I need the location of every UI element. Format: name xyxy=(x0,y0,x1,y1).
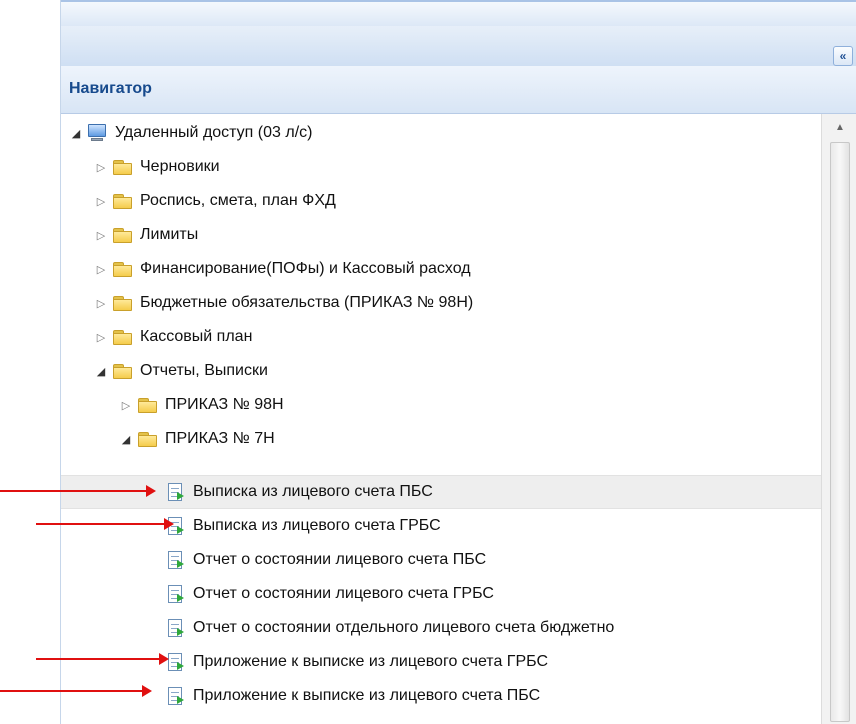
tree-item-label: ПРИКАЗ № 98Н xyxy=(165,396,284,413)
tree-item-pbs-statement-appendix[interactable]: Приложение к выписке из лицевого счета П… xyxy=(61,679,821,713)
tree-item-label: Выписка из лицевого счета ПБС xyxy=(193,483,433,500)
scroll-up-button[interactable]: ▲ xyxy=(822,114,856,140)
panel-toolbar: « xyxy=(61,26,856,67)
folder-icon xyxy=(112,362,134,380)
tree-item-remote-access[interactable]: ◢ Удаленный доступ (03 л/с) xyxy=(61,116,821,150)
tree-item-financing[interactable]: ▷ Финансирование(ПОФы) и Кассовый расход xyxy=(61,252,821,286)
tree-item-label: Роспись, смета, план ФХД xyxy=(140,192,336,209)
double-chevron-left-icon: « xyxy=(839,49,847,63)
red-arrow-icon xyxy=(0,685,152,697)
expand-arrow-closed-icon[interactable]: ▷ xyxy=(94,262,108,276)
tree-item-label: Лимиты xyxy=(140,226,199,243)
tree-item-grbs-statement[interactable]: Выписка из лицевого счета ГРБС xyxy=(61,509,821,543)
tree-item-label: Кассовый план xyxy=(140,328,253,345)
folder-icon xyxy=(112,294,134,312)
folder-icon xyxy=(112,158,134,176)
tree-item-label: ПРИКАЗ № 7Н xyxy=(165,430,275,447)
triangle-up-icon: ▲ xyxy=(835,121,845,133)
tree-item-label: Черновики xyxy=(140,158,220,175)
expand-arrow-open-icon[interactable]: ◢ xyxy=(119,432,133,446)
folder-icon xyxy=(137,430,159,448)
tree-item-drafts[interactable]: ▷ Черновики xyxy=(61,150,821,184)
tree-item-budget-schedule[interactable]: ▷ Роспись, смета, план ФХД xyxy=(61,184,821,218)
collapse-panel-button[interactable]: « xyxy=(833,46,853,66)
tree-item-grbs-account-report[interactable]: Отчет о состоянии лицевого счета ГРБС xyxy=(61,577,821,611)
tree-item-label: Отчет о состоянии лицевого счета ГРБС xyxy=(193,585,494,602)
navigator-header: Навигатор xyxy=(61,66,856,114)
red-arrow-icon xyxy=(36,653,169,665)
report-doc-icon xyxy=(165,585,187,603)
red-arrow-icon xyxy=(0,485,156,497)
expand-arrow-closed-icon[interactable]: ▷ xyxy=(94,194,108,208)
report-doc-icon xyxy=(165,551,187,569)
tree-item-limits[interactable]: ▷ Лимиты xyxy=(61,218,821,252)
tree-item-label: Приложение к выписке из лицевого счета Г… xyxy=(193,653,549,670)
computer-icon xyxy=(87,124,109,142)
tree-item-label: Финансирование(ПОФы) и Кассовый расход xyxy=(140,260,471,277)
tree-item-pbs-account-report[interactable]: Отчет о состоянии лицевого счета ПБС xyxy=(61,543,821,577)
tree-item-pbs-statement[interactable]: Выписка из лицевого счета ПБС xyxy=(61,475,821,509)
tree-item-order-98n[interactable]: ▷ ПРИКАЗ № 98Н xyxy=(61,388,821,422)
expand-arrow-closed-icon[interactable]: ▷ xyxy=(94,160,108,174)
expand-arrow-closed-icon[interactable]: ▷ xyxy=(94,296,108,310)
tree-item-label: Отчеты, Выписки xyxy=(140,362,268,379)
tree-item-label: Удаленный доступ (03 л/с) xyxy=(115,124,313,141)
report-doc-icon xyxy=(165,619,187,637)
expand-arrow-closed-icon[interactable]: ▷ xyxy=(94,228,108,242)
tree-item-label: Приложение к выписке из лицевого счета П… xyxy=(193,687,541,704)
panel-top-strip xyxy=(61,0,856,29)
folder-icon xyxy=(112,260,134,278)
tree-item-reports-statements[interactable]: ◢ Отчеты, Выписки xyxy=(61,354,821,388)
tree-item-separate-account-report[interactable]: Отчет о состоянии отдельного лицевого сч… xyxy=(61,611,821,645)
navigator-tree: ◢ Удаленный доступ (03 л/с) ▷ Черновики … xyxy=(61,114,821,724)
scroll-thumb[interactable] xyxy=(830,142,850,722)
tree-item-grbs-statement-appendix[interactable]: Приложение к выписке из лицевого счета Г… xyxy=(61,645,821,679)
navigator-panel: « Навигатор ◢ Удаленный доступ (03 л/с) … xyxy=(60,0,856,724)
folder-icon xyxy=(112,192,134,210)
folder-icon xyxy=(112,328,134,346)
expand-arrow-closed-icon[interactable]: ▷ xyxy=(94,330,108,344)
navigator-screen: « Навигатор ◢ Удаленный доступ (03 л/с) … xyxy=(0,0,856,724)
report-doc-icon xyxy=(165,687,187,705)
navigator-title: Навигатор xyxy=(69,80,152,97)
tree-item-label: Выписка из лицевого счета ГРБС xyxy=(193,517,441,534)
folder-icon xyxy=(112,226,134,244)
tree-item-label: Бюджетные обязательства (ПРИКАЗ № 98Н) xyxy=(140,294,474,311)
expand-arrow-closed-icon[interactable]: ▷ xyxy=(119,398,133,412)
tree-item-label: Отчет о состоянии лицевого счета ПБС xyxy=(193,551,487,568)
folder-icon xyxy=(137,396,159,414)
red-arrow-icon xyxy=(36,518,174,530)
expand-arrow-open-icon[interactable]: ◢ xyxy=(69,126,83,140)
tree-item-order-7n[interactable]: ◢ ПРИКАЗ № 7Н xyxy=(61,422,821,456)
tree-scrollbar[interactable]: ▲ xyxy=(821,114,856,724)
tree-item-budget-obligations[interactable]: ▷ Бюджетные обязательства (ПРИКАЗ № 98Н) xyxy=(61,286,821,320)
tree-item-cash-plan[interactable]: ▷ Кассовый план xyxy=(61,320,821,354)
tree-item-label: Отчет о состоянии отдельного лицевого сч… xyxy=(193,619,615,636)
report-doc-icon xyxy=(165,483,187,501)
expand-arrow-open-icon[interactable]: ◢ xyxy=(94,364,108,378)
